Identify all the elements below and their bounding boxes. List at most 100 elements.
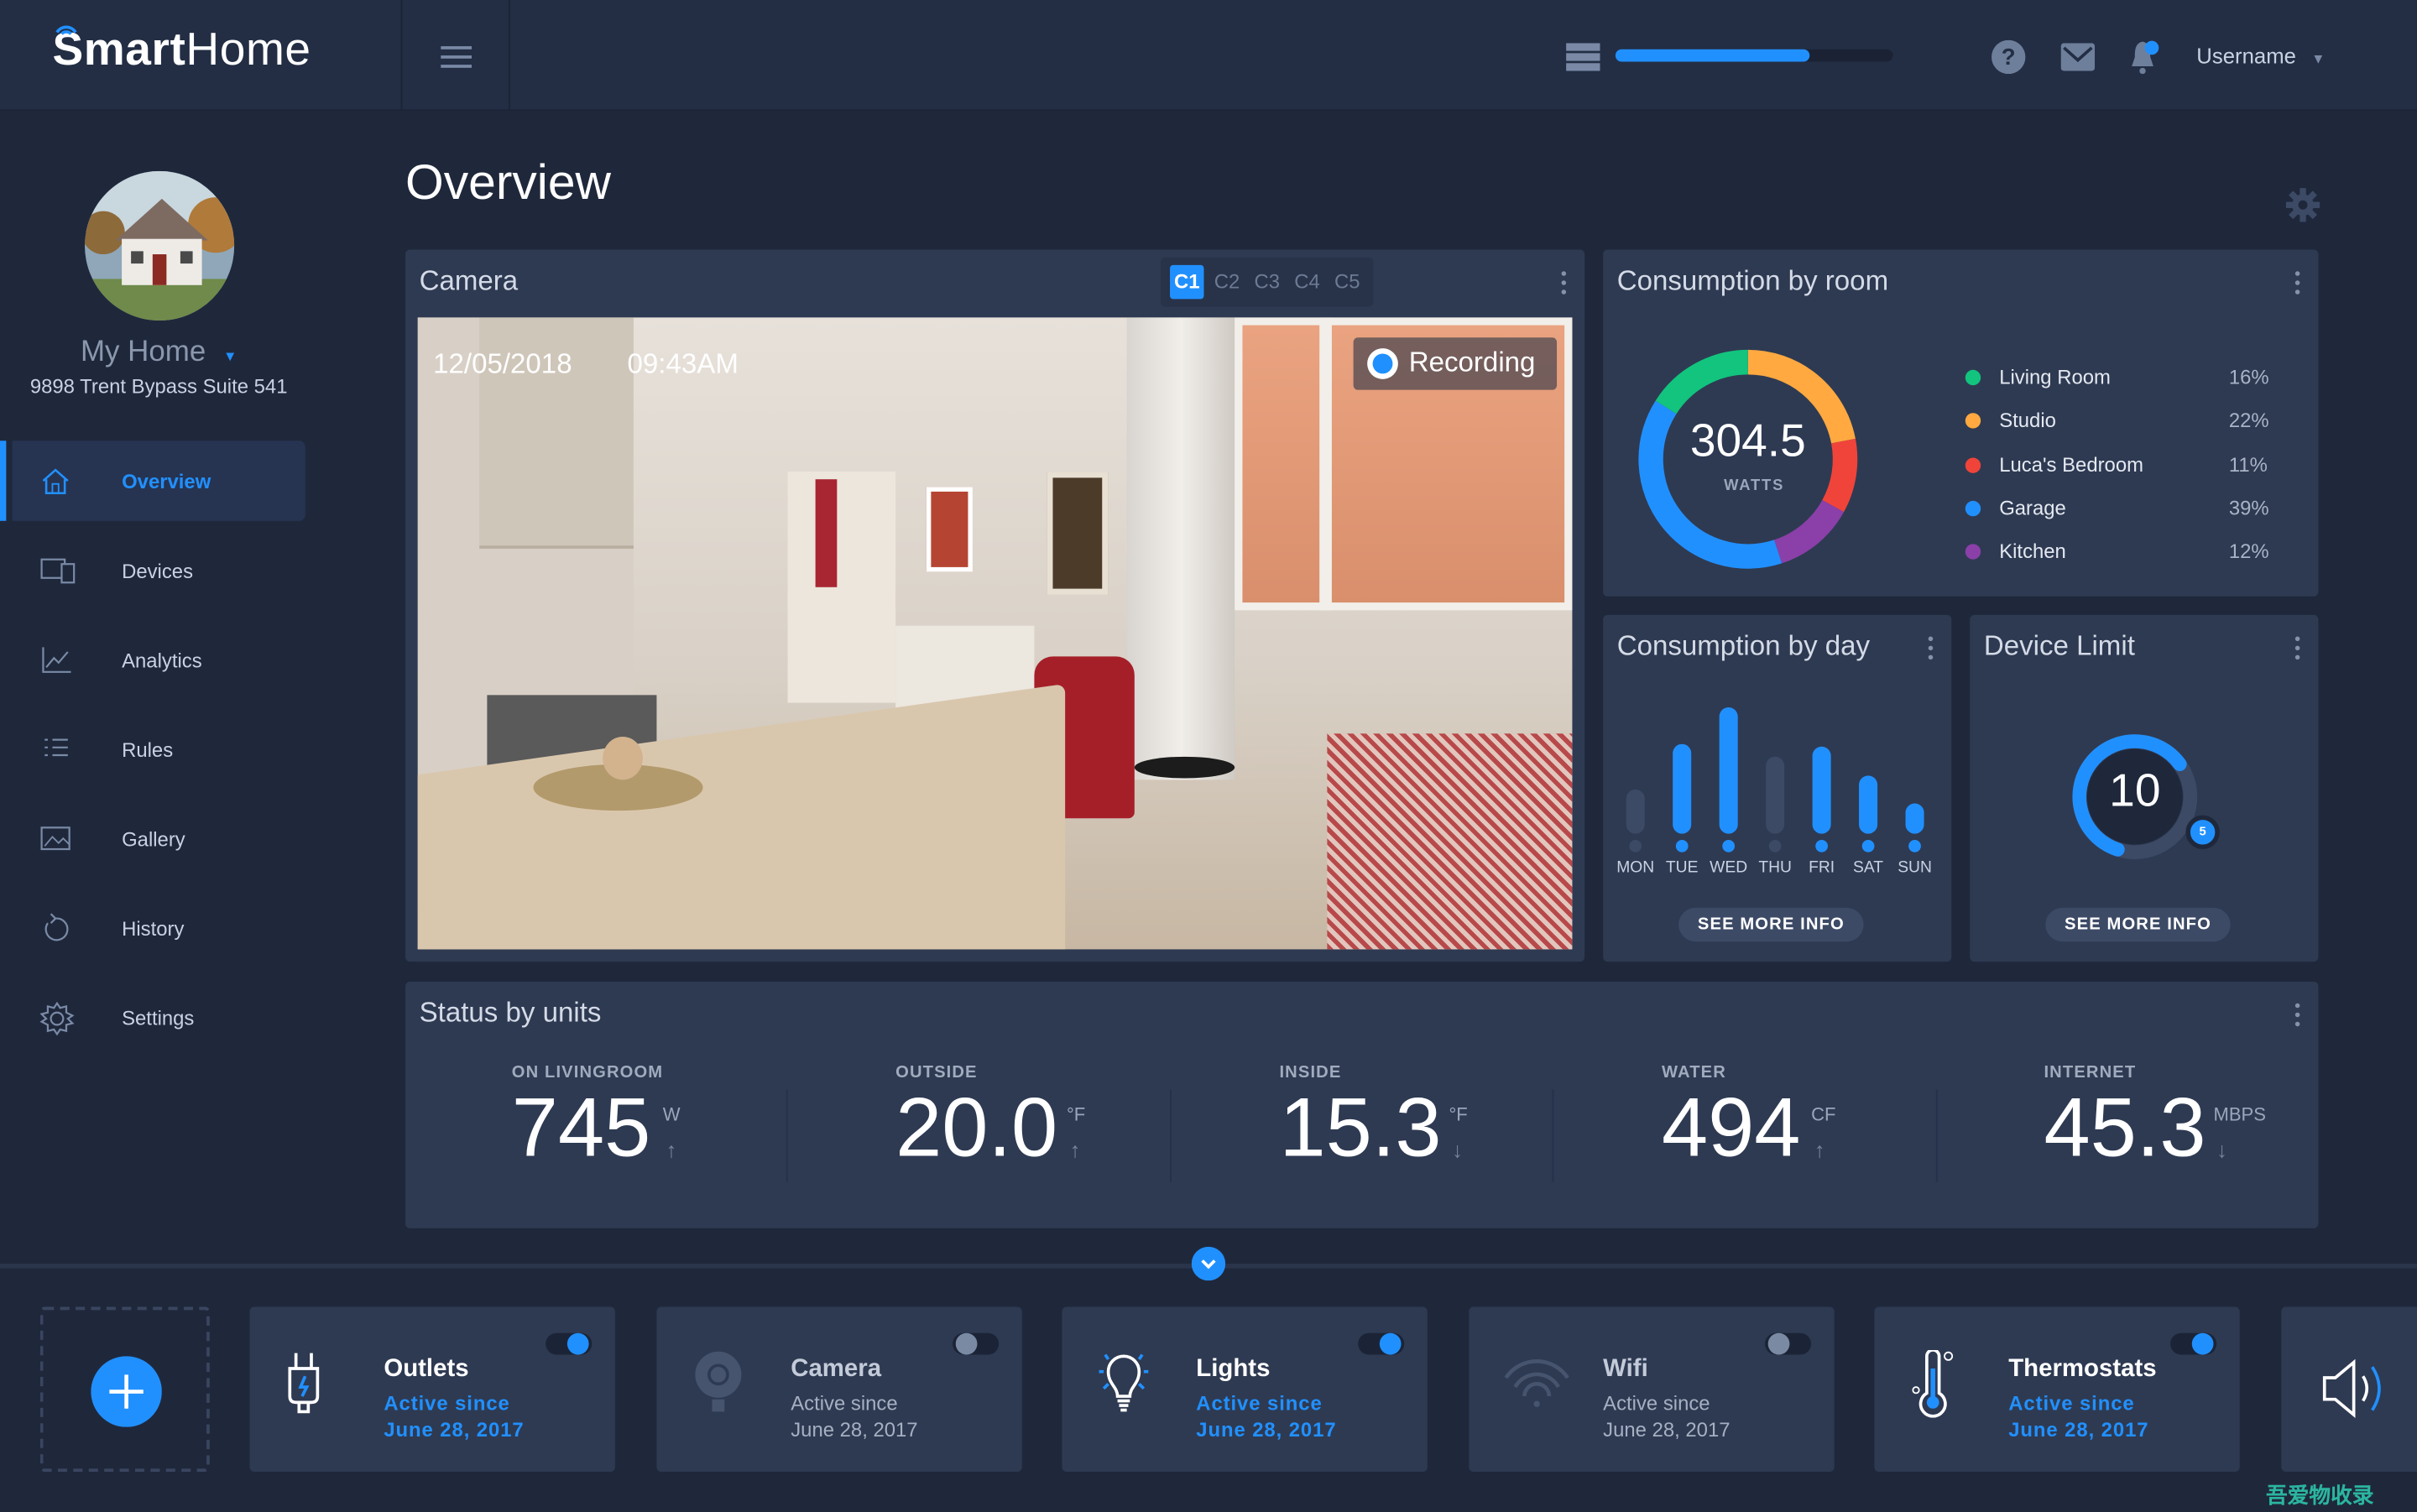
webcam-icon [695,1351,742,1412]
sidebar-item-rules[interactable]: Rules [13,709,305,790]
unit-suffix: W [662,1103,681,1125]
sidebar-item-label: Rules [122,737,174,761]
status-unit-water: WATER 494 CF ↑ [1662,1063,1836,1174]
sidebar-item-analytics[interactable]: Analytics [13,619,305,700]
device-card-camera[interactable]: Camera Active since June 28, 2017 [656,1306,1022,1473]
legend-label: Studio [1999,409,2056,432]
unit-value: 745 [511,1082,651,1175]
logo[interactable]: SmartHome [52,24,311,76]
sidebar-item-history[interactable]: History [13,888,305,968]
page-title: Overview [405,154,611,210]
divider [1934,1089,1937,1182]
bar-fri [1812,746,1831,834]
camera-tab-c3[interactable]: C3 [1250,265,1284,299]
home-address: 9898 Trent Bypass Suite 541 [29,374,288,398]
device-card-outlets[interactable]: Outlets Active since June 28, 2017 [249,1306,615,1473]
consumption-by-day-card: Consumption by day MON TUE WED THU FRI SAT SUN… [1603,614,1952,962]
card-title: Device Limit [1983,630,2135,661]
device-toggle[interactable] [546,1332,593,1355]
device-card-thermostats[interactable]: Thermostats Active since June 28, 2017 [1874,1306,2240,1473]
help-icon[interactable]: ? [1992,39,2026,75]
device-card-lights[interactable]: Lights Active since June 28, 2017 [1062,1306,1428,1473]
device-limit-badge: 5 [2185,815,2220,850]
camera-tab-c1[interactable]: C1 [1170,264,1204,300]
menu-icon[interactable] [441,46,472,74]
bell-icon[interactable] [2127,39,2161,76]
device-name: Wifi [1603,1356,1648,1383]
divider [1552,1089,1554,1182]
camera-tabs: C1 C2 C3 C4 C5 [1161,257,1374,307]
more-icon[interactable] [2294,1003,2301,1031]
sidebar-item-devices[interactable]: Devices [13,530,305,611]
bar-dot [1815,840,1828,852]
more-icon[interactable] [2294,271,2301,299]
camera-tab-c2[interactable]: C2 [1210,265,1244,299]
server-icon[interactable] [1566,43,1600,71]
wifi-logo-icon [55,25,77,35]
unit-label: ON LIVINGROOM [511,1063,664,1082]
unit-value: 15.3 [1279,1082,1442,1175]
device-card-speaker[interactable] [2281,1306,2417,1473]
home-selector[interactable]: My Home ▼ [0,336,317,369]
mail-icon[interactable] [2060,43,2096,71]
logo-light: Home [185,24,311,76]
device-date: June 28, 2017 [1196,1417,1337,1442]
camera-tab-c5[interactable]: C5 [1330,265,1364,299]
caret-down-icon: ▼ [223,348,238,364]
avatar[interactable] [85,170,235,321]
recording-indicator[interactable]: Recording [1353,337,1558,390]
divider [786,1089,788,1182]
chevron-down-icon[interactable] [1191,1246,1226,1281]
camera-tab-c4[interactable]: C4 [1290,265,1323,299]
legend-dot [1965,369,1981,386]
more-icon[interactable] [1561,271,1568,299]
user-menu[interactable]: Username ▼ [2196,43,2325,67]
device-status: Active since [2008,1391,2135,1416]
see-more-info-button[interactable]: SEE MORE INFO [1678,907,1864,942]
bar-sat [1859,775,1878,834]
outlet-icon [288,1353,320,1414]
see-more-info-button[interactable]: SEE MORE INFO [2045,907,2231,942]
add-device-slot[interactable] [39,1306,210,1473]
settings-gear-icon[interactable] [2285,188,2320,222]
bar-tue [1673,743,1692,834]
device-card-wifi[interactable]: Wifi Active since June 28, 2017 [1469,1306,1835,1473]
card-title: Consumption by room [1616,264,1889,296]
device-toggle[interactable] [1358,1332,1405,1355]
home-icon [42,468,69,495]
status-unit-outside: OUTSIDE 20.0 °F ↑ [895,1063,1085,1174]
more-icon[interactable] [2294,636,2301,665]
legend-value: 12% [2228,540,2269,563]
sidebar-item-gallery[interactable]: Gallery [13,798,305,879]
camera-feed[interactable]: 12/05/2018 09:43AM Recording [417,317,1573,950]
device-name: Camera [791,1356,882,1383]
camera-date: 12/05/2018 [433,348,572,379]
bar-chart: MON TUE WED THU FRI SAT SUN [1616,707,1932,877]
bar-dot [1722,840,1736,852]
recording-label: Recording [1408,347,1536,378]
sidebar-item-label: Analytics [122,648,202,671]
arrow-up-icon: ↑ [666,1137,677,1162]
more-icon[interactable] [1928,636,1934,665]
legend-label: Luca's Bedroom [1999,452,2144,476]
device-toggle[interactable] [2170,1332,2217,1355]
legend-label: Garage [1999,496,2066,519]
divider [509,0,510,112]
devices-icon [40,558,76,584]
device-status: Active since [1196,1391,1323,1416]
unit-suffix: °F [1066,1103,1086,1125]
sidebar-item-settings[interactable]: Settings [13,977,305,1057]
add-device-button[interactable] [91,1356,162,1427]
device-toggle[interactable] [953,1332,1000,1355]
card-title: Camera [419,264,519,296]
device-toggle[interactable] [1765,1332,1812,1355]
card-title: Consumption by day [1616,630,1871,661]
device-date: June 28, 2017 [1603,1417,1731,1442]
unit-value: 45.3 [2044,1082,2206,1175]
history-icon [44,913,69,941]
sidebar-item-label: Overview [122,469,211,493]
card-title: Status by units [419,997,602,1029]
status-unit-inside: INSIDE 15.3 °F ↓ [1279,1063,1467,1175]
sidebar-item-overview[interactable]: Overview [0,441,305,521]
legend-value: 11% [2228,452,2268,476]
